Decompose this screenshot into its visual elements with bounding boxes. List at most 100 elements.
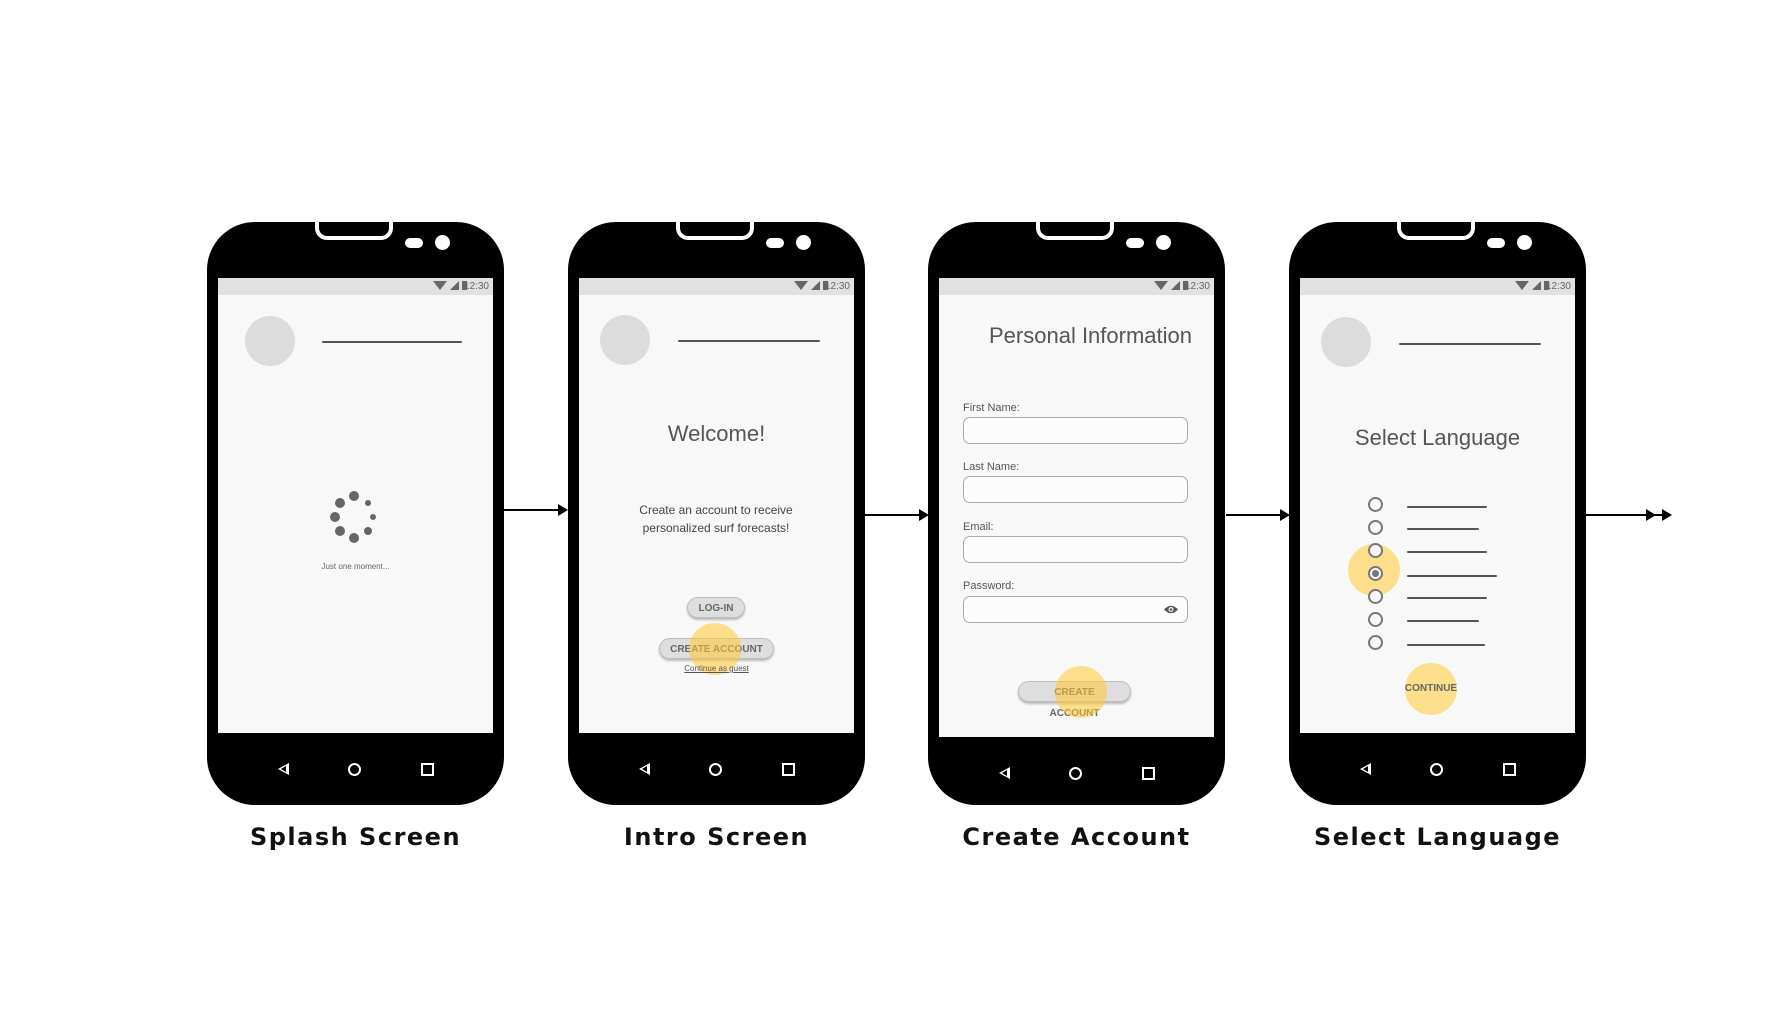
language-option-radio-selected[interactable] xyxy=(1368,566,1383,581)
password-label: Password: xyxy=(963,580,1015,592)
language-option-radio[interactable] xyxy=(1368,589,1383,604)
first-name-field[interactable] xyxy=(963,417,1188,444)
last-name-label: Last Name: xyxy=(963,461,1020,473)
language-option-radio[interactable] xyxy=(1368,635,1383,650)
language-option-label xyxy=(1407,620,1479,622)
create-account-screen: 12:30 Personal Information First Name: L… xyxy=(939,278,1214,737)
language-option-radio[interactable] xyxy=(1368,520,1383,535)
flow-arrow-continue-head xyxy=(1646,509,1656,521)
home-icon[interactable] xyxy=(348,762,361,776)
speaker-icon xyxy=(315,222,393,240)
camera-icon xyxy=(435,235,450,250)
continue-as-guest-link[interactable]: Continue as guest xyxy=(579,664,854,673)
phone-select-language: 12:30 Select Language CONTINUE xyxy=(1289,222,1586,805)
first-name-label: First Name: xyxy=(963,402,1020,414)
wifi-icon xyxy=(1515,281,1529,290)
splash-screen: 12:30 Just one moment... xyxy=(218,278,493,733)
last-name-field[interactable] xyxy=(963,476,1188,503)
speaker-icon xyxy=(676,222,754,240)
wifi-icon xyxy=(433,281,447,290)
logo-placeholder xyxy=(1321,317,1371,367)
app-name-placeholder xyxy=(678,340,820,342)
intro-screen: 12:30 Welcome! Create an account to rece… xyxy=(579,278,854,733)
email-field[interactable] xyxy=(963,536,1188,563)
caption-create-account: Create Account xyxy=(962,823,1191,851)
caption-intro-screen: Intro Screen xyxy=(623,823,810,851)
camera-icon xyxy=(796,235,811,250)
speaker-icon xyxy=(1397,222,1475,240)
signal-icon xyxy=(1532,281,1541,290)
phone-splash: 12:30 Just one moment... xyxy=(207,222,504,805)
language-option-radio[interactable] xyxy=(1368,543,1383,558)
app-name-placeholder xyxy=(322,341,462,343)
phone-intro: 12:30 Welcome! Create an account to rece… xyxy=(568,222,865,805)
home-icon[interactable] xyxy=(709,762,722,776)
language-option-label xyxy=(1407,597,1487,599)
password-field[interactable] xyxy=(963,596,1188,623)
home-icon[interactable] xyxy=(1430,762,1443,776)
status-time: 12:30 xyxy=(463,281,489,292)
sensor-icon xyxy=(766,238,784,248)
language-option-label xyxy=(1407,575,1497,577)
sensor-icon xyxy=(1126,238,1144,248)
caption-select-language: Select Language xyxy=(1313,823,1562,851)
signal-icon xyxy=(811,281,820,290)
nav-bar xyxy=(939,737,1214,809)
back-icon[interactable] xyxy=(638,763,650,775)
status-bar: 12:30 xyxy=(939,278,1214,295)
flow-arrow xyxy=(865,509,929,521)
sensor-icon xyxy=(1487,238,1505,248)
flow-arrow-continue xyxy=(1586,509,1672,521)
recent-apps-icon[interactable] xyxy=(1141,766,1155,780)
camera-icon xyxy=(1156,235,1171,250)
nav-bar xyxy=(218,733,493,805)
camera-icon xyxy=(1517,235,1532,250)
tap-highlight xyxy=(1055,666,1107,718)
eye-icon[interactable] xyxy=(1163,604,1179,615)
flow-arrow xyxy=(1226,509,1290,521)
speaker-icon xyxy=(1036,222,1114,240)
nav-bar xyxy=(1300,733,1575,805)
back-icon[interactable] xyxy=(277,763,289,775)
email-label: Email: xyxy=(963,521,994,533)
language-option-label xyxy=(1407,551,1487,553)
caption-splash-screen: Splash Screen xyxy=(249,823,462,851)
login-button[interactable]: LOG-IN xyxy=(687,597,745,618)
status-time: 12:30 xyxy=(1184,281,1210,292)
loading-text: Just one moment... xyxy=(321,562,390,571)
phone-create-account: 12:30 Personal Information First Name: L… xyxy=(928,222,1225,805)
nav-bar xyxy=(579,733,854,805)
select-language-title: Select Language xyxy=(1354,425,1521,450)
logo-placeholder xyxy=(600,315,650,365)
app-name-placeholder xyxy=(1399,343,1541,345)
flow-arrow xyxy=(504,504,568,516)
status-bar: 12:30 xyxy=(1300,278,1575,295)
select-language-screen: 12:30 Select Language CONTINUE xyxy=(1300,278,1575,733)
back-icon[interactable] xyxy=(998,767,1010,779)
language-option-label xyxy=(1407,506,1487,508)
personal-info-title: Personal Information xyxy=(989,323,1192,348)
intro-body-text: Create an account to receive personalize… xyxy=(639,503,793,535)
logo-placeholder xyxy=(245,316,295,366)
recent-apps-icon[interactable] xyxy=(781,762,795,776)
wifi-icon xyxy=(1154,281,1168,290)
status-time: 12:30 xyxy=(824,281,850,292)
status-time: 12:30 xyxy=(1545,281,1571,292)
sensor-icon xyxy=(405,238,423,248)
welcome-title: Welcome! xyxy=(667,421,766,446)
recent-apps-icon[interactable] xyxy=(420,762,434,776)
language-option-radio[interactable] xyxy=(1368,612,1383,627)
spinner-icon xyxy=(330,491,376,543)
language-option-label xyxy=(1407,528,1479,530)
recent-apps-icon[interactable] xyxy=(1502,762,1516,776)
status-bar: 12:30 xyxy=(218,278,493,295)
back-icon[interactable] xyxy=(1359,763,1371,775)
signal-icon xyxy=(450,281,459,290)
wifi-icon xyxy=(794,281,808,290)
language-option-radio[interactable] xyxy=(1368,497,1383,512)
home-icon[interactable] xyxy=(1069,766,1082,780)
language-option-label xyxy=(1407,644,1485,646)
continue-button[interactable]: CONTINUE xyxy=(1391,683,1471,694)
status-bar: 12:30 xyxy=(579,278,854,295)
signal-icon xyxy=(1171,281,1180,290)
